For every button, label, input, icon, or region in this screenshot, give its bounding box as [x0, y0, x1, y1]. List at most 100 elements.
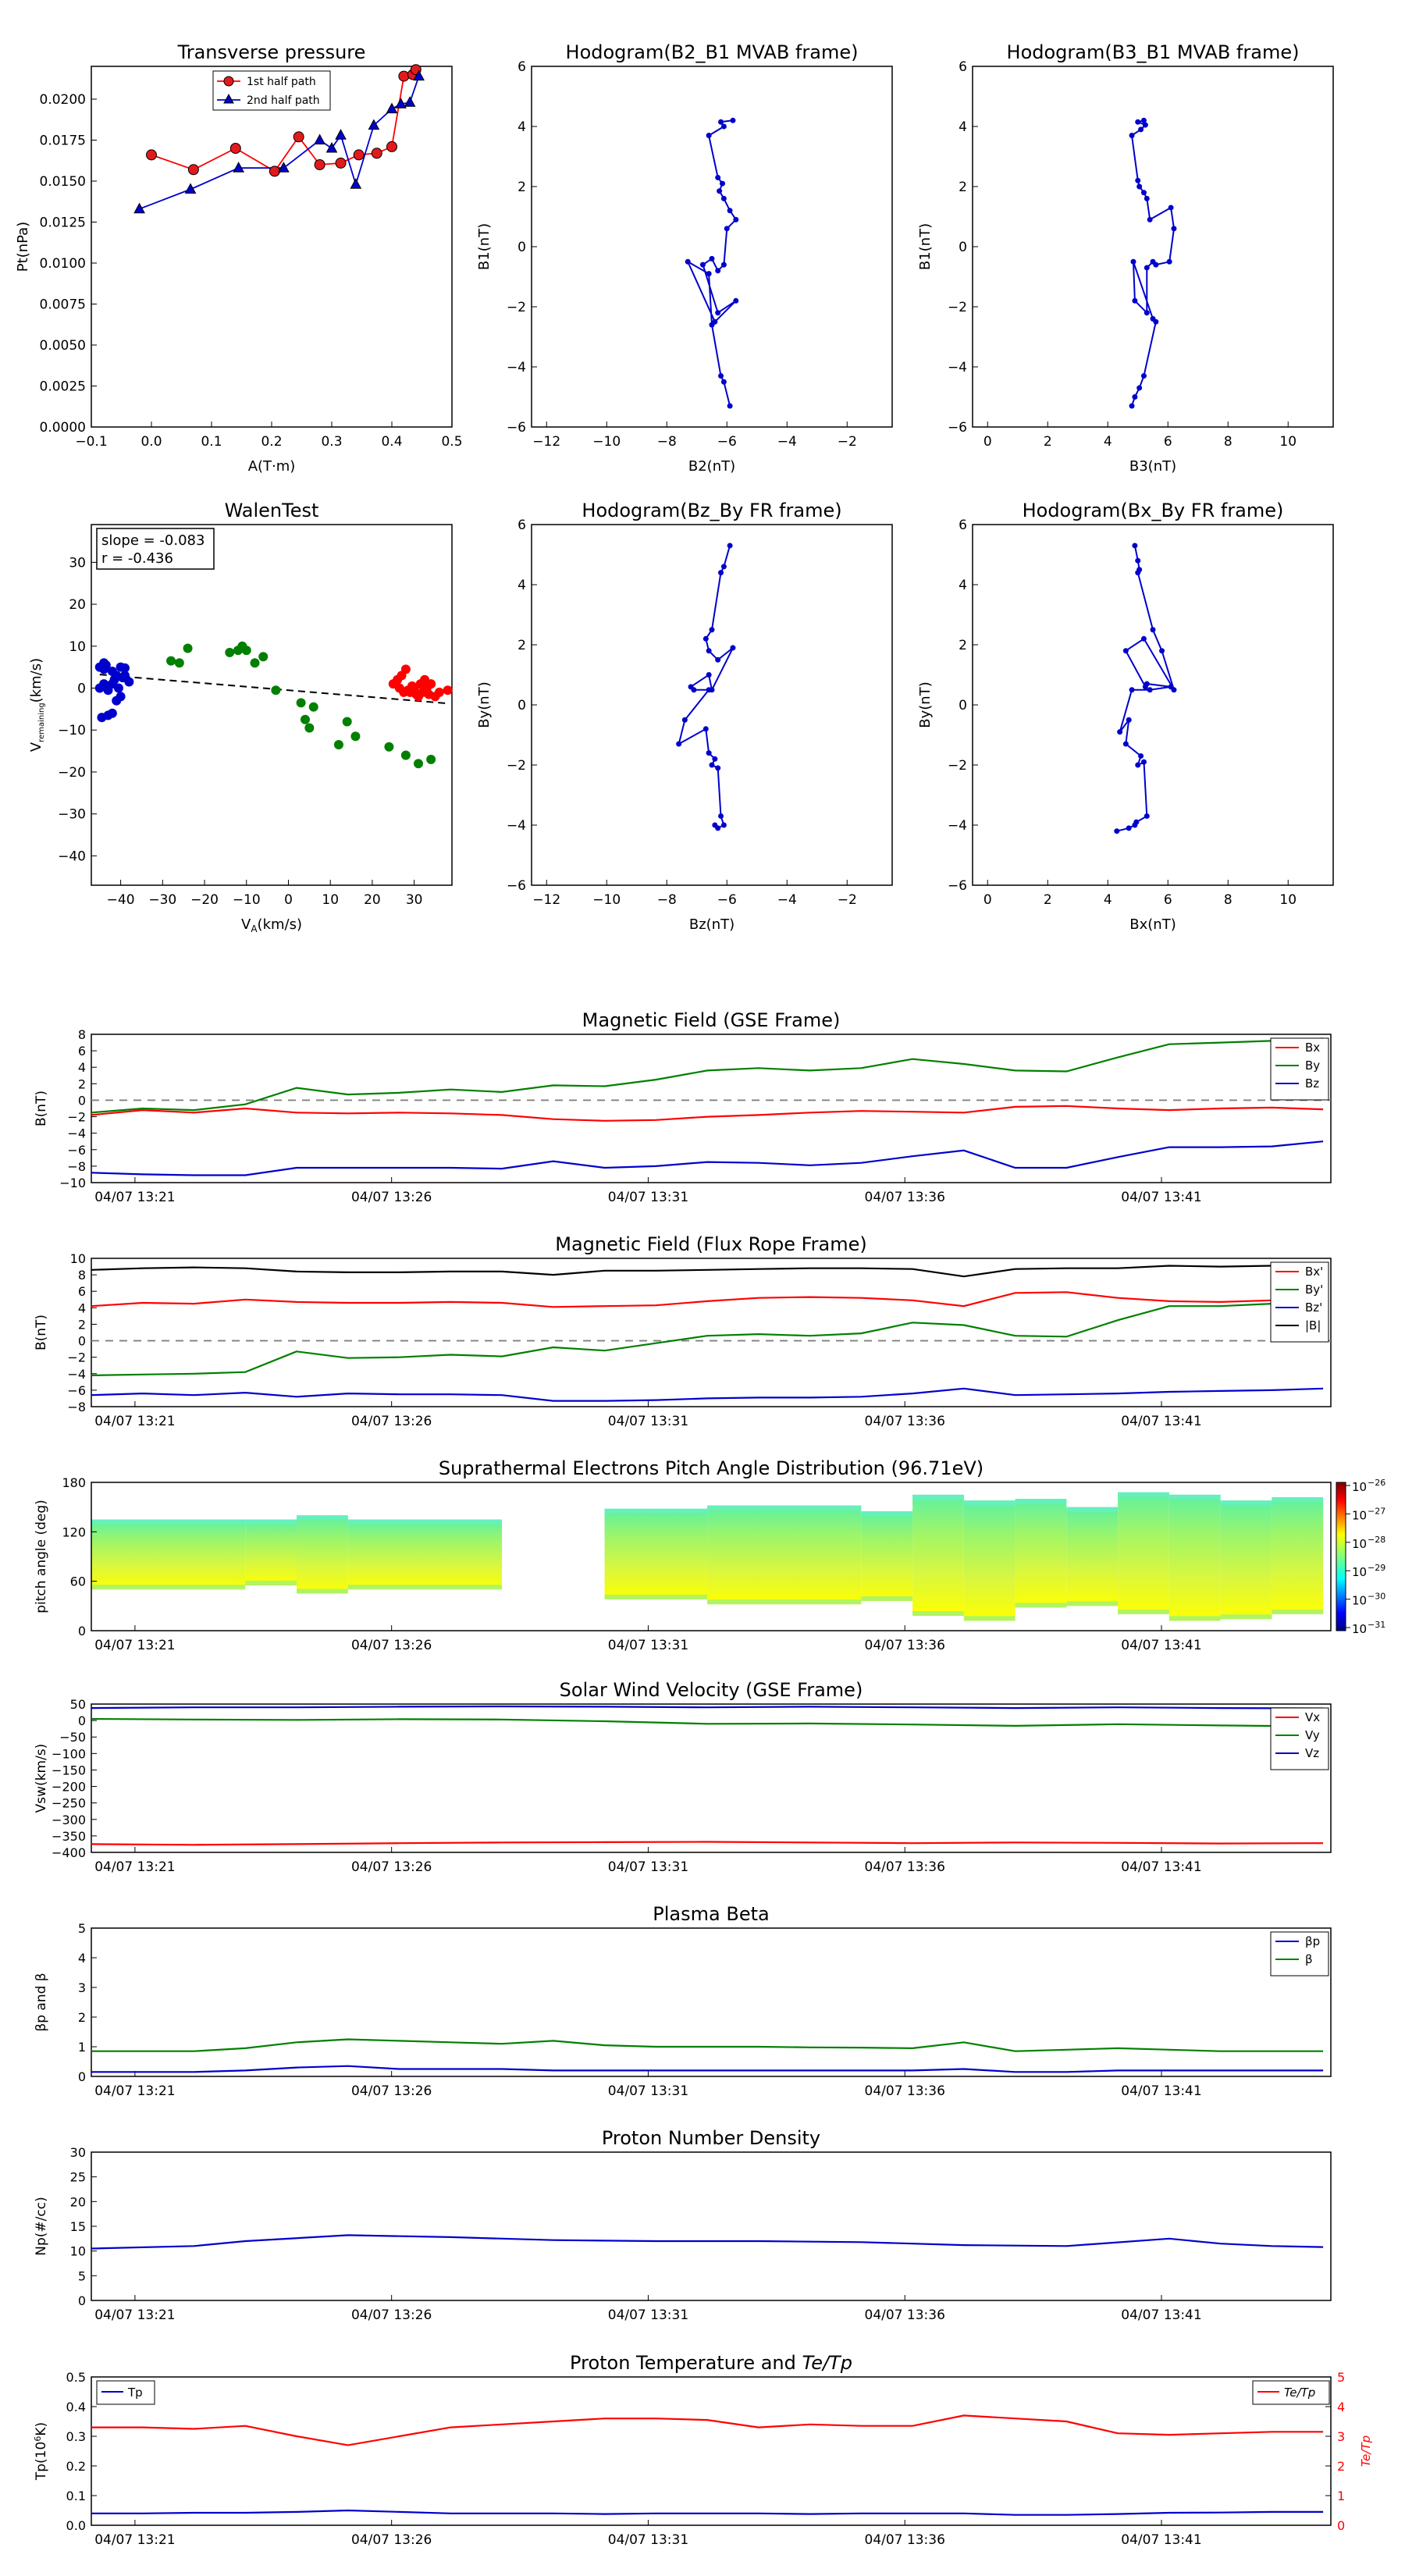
walen-point: [300, 714, 310, 724]
x-axis-label: VA(km/s): [241, 916, 302, 934]
walen-point: [118, 673, 128, 683]
legend-label: Bx: [1305, 1041, 1320, 1055]
plot-frame: [91, 66, 453, 428]
time-tick-label: 04/07 13:21: [94, 1638, 175, 1653]
pad-cell: [1220, 1500, 1272, 1620]
walen-point: [166, 656, 176, 666]
pad-cell-bottom: [912, 1611, 964, 1616]
slope-annotation: slope = -0.083: [101, 532, 205, 549]
hodogram-point: [1132, 543, 1138, 549]
x-tick-label: 10: [1279, 434, 1297, 450]
series-line-|B|: [91, 1264, 1324, 1278]
walen-point: [333, 740, 343, 750]
time-tick-label: 04/07 13:36: [865, 2307, 945, 2323]
walen-point: [350, 731, 361, 742]
point-1st-half: [314, 159, 325, 170]
hodogram-point: [720, 195, 727, 201]
legend-label: Vy: [1305, 1728, 1320, 1742]
y-tick-label: 5: [78, 2268, 86, 2283]
y-tick-label: −6: [67, 1383, 86, 1398]
y-tick-label: 0.0125: [40, 215, 86, 231]
time-tick-label: 04/07 13:31: [608, 2307, 688, 2323]
walen-point: [414, 759, 424, 769]
legend: Bx By Bz: [1270, 1037, 1329, 1101]
x-tick-label: 0: [984, 434, 992, 450]
x-tick-label: 2: [1044, 892, 1052, 908]
pad-cell-bottom: [963, 1616, 1016, 1621]
x-tick-label: 0.5: [441, 434, 462, 450]
point-2nd-half: [233, 162, 244, 173]
colorbar-tick-base: 10: [1352, 1594, 1367, 1608]
hodogram-point: [706, 687, 712, 693]
series-line-β: [91, 2038, 1324, 2052]
y-tick-label: 2: [78, 2010, 86, 2025]
chart-title: Solar Wind Velocity (GSE Frame): [560, 1679, 863, 1701]
hodogram-point: [702, 635, 709, 642]
y-tick-label: −400: [52, 1845, 86, 1860]
colorbar: [1336, 1482, 1346, 1631]
y-tick-label: −6: [67, 1143, 86, 1158]
time-tick-label: 04/07 13:21: [94, 1414, 175, 1429]
pad-cell-bottom: [1272, 1609, 1324, 1614]
hodogram-point: [719, 180, 725, 187]
plot-frame: [531, 66, 893, 428]
time-tick-label: 04/07 13:41: [1121, 2083, 1201, 2099]
point-1st-half: [229, 143, 241, 154]
time-tick-label: 04/07 13:36: [865, 2083, 945, 2099]
y-axis-label: By(nT): [917, 681, 934, 728]
time-tick-label: 04/07 13:41: [1121, 1190, 1201, 1205]
plot-frame: [91, 524, 453, 886]
time-tick-label: 04/07 13:21: [94, 2532, 175, 2548]
y-tick-label: 0: [518, 698, 526, 713]
x-tick-label: 10: [322, 892, 339, 908]
x-tick-label: 8: [1224, 892, 1232, 908]
walen-point: [426, 754, 436, 764]
x-tick-label: −4: [777, 892, 797, 908]
y-label-unit: K): [34, 2422, 49, 2436]
chart-title: Hodogram(Bz_By FR frame): [582, 500, 841, 521]
point-1st-half: [187, 164, 199, 176]
colorbar-tick-exponent: −27: [1368, 1506, 1385, 1516]
walen-point: [225, 647, 235, 657]
pad-cell-top: [91, 1519, 246, 1525]
pad-cell-bottom: [1220, 1614, 1272, 1620]
y-axis-label: B(nT): [34, 1091, 49, 1126]
time-tick-label: 04/07 13:21: [94, 2083, 175, 2099]
y-tick-label: 20: [70, 2194, 86, 2209]
chart-title: Magnetic Field (GSE Frame): [582, 1009, 841, 1031]
legend-label: 2nd half path: [247, 94, 320, 107]
colorbar-tick-exponent: −29: [1368, 1563, 1385, 1573]
pad-cell-bottom: [1015, 1603, 1067, 1608]
x-tick-label: −12: [532, 892, 560, 908]
y-tick-label: 0.0050: [40, 338, 86, 354]
legend-label: β: [1305, 1952, 1313, 1966]
pad-cell-top: [861, 1510, 913, 1516]
hodogram-point: [681, 717, 688, 723]
walen-point: [308, 702, 318, 712]
hodogram-point: [1132, 394, 1138, 400]
series-line-Vy: [91, 1717, 1324, 1727]
y-axis-label: Np(#/cc): [34, 2197, 49, 2255]
y-tick-label: 0.4: [66, 2400, 86, 2414]
hodogram-point: [1144, 195, 1150, 201]
series-line-te-tp: [91, 2414, 1324, 2446]
legend-label: βp: [1305, 1934, 1320, 1948]
point-1st-half: [353, 149, 365, 161]
plot-frame: [91, 1034, 1332, 1183]
y-tick-label: 120: [62, 1525, 86, 1539]
y-tick-label: 0: [78, 2293, 86, 2308]
colorbar-tick-exponent: −28: [1368, 1535, 1385, 1545]
hodogram-point: [712, 756, 718, 762]
y-label-sup: 6: [33, 2436, 43, 2442]
hodogram-point: [1168, 205, 1174, 211]
hodogram-point: [702, 726, 709, 732]
series-line-Vz: [91, 1705, 1324, 1710]
walen-point: [271, 685, 281, 696]
time-tick-label: 04/07 13:21: [94, 1859, 175, 1875]
hodogram-point: [1153, 318, 1159, 325]
hodogram-point: [730, 645, 736, 651]
colorbar-tick-base: 10: [1352, 1508, 1367, 1522]
y-tick-label: −2: [948, 300, 967, 315]
x-tick-label: 6: [1164, 434, 1172, 450]
y2-tick-label: 3: [1337, 2429, 1345, 2444]
